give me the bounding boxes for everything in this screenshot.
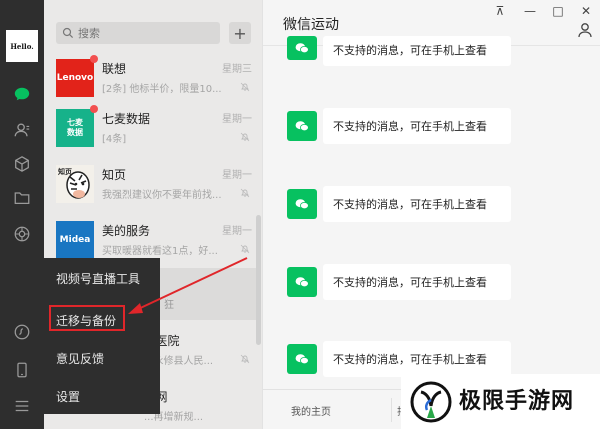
chat-preview: 买取暖器就看这1点，好... [102,246,218,257]
chat-name: 美的服务 [102,224,151,238]
footer-divider [391,398,392,422]
chat-time: 星期一 [222,114,252,125]
chat-item-qimai[interactable]: 七麦 数据 七麦数据 星期一 [4条] [44,102,256,154]
avatar-label: Lenovo [56,73,94,83]
pin-icon[interactable]: ⊼ [493,4,507,18]
chat-name: 七麦数据 [102,112,151,126]
avatar-label: Midea [59,235,91,245]
highlight-box [49,305,125,331]
chat-avatar: Lenovo [56,59,94,97]
chat-avatar: 知页 [56,165,94,203]
message-text: 不支持的消息，可在手机上查看 [333,353,487,366]
search-box[interactable] [56,22,220,44]
unread-dot [90,105,98,113]
settings-popup-menu: 视频号直播工具 迁移与备份 意见反馈 设置 [44,258,160,414]
watermark-text: 极限手游网 [459,389,575,414]
chat-bubble-icon [295,354,309,365]
person-icon[interactable] [577,22,593,38]
user-avatar[interactable]: Hello. [6,30,38,62]
chat-bubble-icon [295,277,309,288]
mini-program-icon[interactable] [12,322,32,342]
message-bubble: 不支持的消息，可在手机上查看 [323,36,511,66]
chat-preview: 我强烈建议你不要年前找... [102,190,222,201]
chat-preview: [2条] 他标半价，限量10... [102,84,222,95]
mute-bell-icon [240,82,250,92]
mute-bell-icon [240,188,250,198]
message-bubble: 不支持的消息，可在手机上查看 [323,108,511,144]
mute-bell-icon [240,132,250,142]
folder-icon[interactable] [12,188,32,208]
message-text: 不支持的消息，可在手机上查看 [333,44,487,57]
chat-time: 星期三 [222,64,252,75]
chat-preview-partial: 狂 [164,300,174,311]
chat-bubble-icon [295,199,309,210]
menu-icon[interactable] [12,396,32,416]
wechat-sport-avatar [287,36,317,60]
search-icon [62,27,74,39]
chat-time: 星期一 [222,170,252,181]
chat-item-lenovo[interactable]: Lenovo 联想 星期三 [2条] 他标半价，限量10... [44,52,256,104]
chat-window: 微信运动 ⊼ — □ ✕ 不支持的消息，可在手机上查看 不支持的消息，可在手机上… [262,0,600,429]
close-icon[interactable]: ✕ [579,4,593,18]
avatar-label: 知页 [58,168,72,176]
avatar-label: 七麦 数据 [67,118,83,137]
unread-dot [90,55,98,63]
menu-item-settings[interactable]: 设置 [56,388,80,405]
message-text: 不支持的消息，可在手机上查看 [333,276,487,289]
wechat-sport-avatar [287,344,317,374]
chat-icon[interactable] [12,84,32,104]
chat-list-scrollbar[interactable] [256,215,261,345]
chat-preview: [4条] [102,134,127,145]
message-bubble: 不支持的消息，可在手机上查看 [323,264,511,300]
chat-bubble-icon [295,121,309,132]
collection-icon[interactable] [12,154,32,174]
search-input[interactable] [78,26,208,40]
menu-item-live-tools[interactable]: 视频号直播工具 [56,270,140,287]
chat-name: 联想 [102,62,127,76]
wechat-sport-avatar [287,111,317,141]
moments-icon[interactable] [12,224,32,244]
phone-icon[interactable] [12,360,32,380]
chat-title: 微信运动 [283,17,339,33]
my-homepage-tab[interactable]: 我的主页 [291,403,331,418]
message-text: 不支持的消息，可在手机上查看 [333,120,487,133]
message-bubble: 不支持的消息，可在手机上查看 [323,341,511,377]
mute-bell-icon [240,244,250,254]
site-logo-icon [410,381,452,423]
maximize-icon[interactable]: □ [551,4,565,18]
avatar-text: Hello. [10,41,34,51]
wechat-sport-avatar [287,267,317,297]
message-bubble: 不支持的消息，可在手机上查看 [323,186,511,222]
menu-item-feedback[interactable]: 意见反馈 [56,350,104,367]
chat-item-zhiye[interactable]: 知页 知页 星期一 我强烈建议你不要年前找... [44,158,256,210]
contacts-icon[interactable] [12,120,32,140]
left-nav-bar: Hello. [0,0,44,429]
chat-avatar: 七麦 数据 [56,109,94,147]
add-button[interactable]: + [229,22,251,44]
chat-name: 知页 [102,168,127,182]
chat-time: 星期一 [222,226,252,237]
minimize-icon[interactable]: — [523,4,537,18]
watermark: 极限手游网 [401,374,600,429]
wechat-sport-avatar [287,189,317,219]
chat-bubble-icon [295,43,309,54]
mute-bell-icon [240,354,250,364]
chat-avatar: Midea [56,221,94,259]
message-text: 不支持的消息，可在手机上查看 [333,198,487,211]
